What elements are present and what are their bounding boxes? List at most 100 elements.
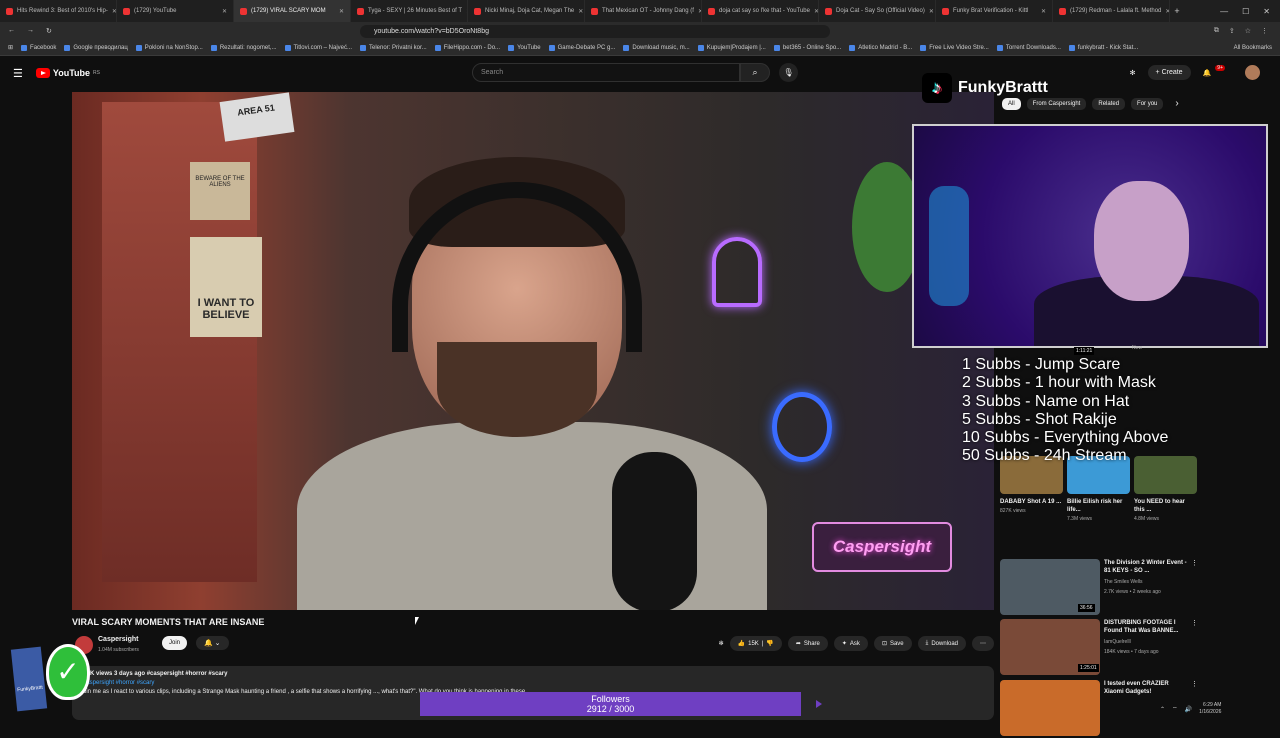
gear-icon[interactable]: ✻ xyxy=(1130,69,1136,77)
bookmark-label: Titlovi.com – Najveć... xyxy=(293,44,352,51)
filter-chip[interactable]: For you xyxy=(1131,98,1164,110)
video-player[interactable]: AREA 51 BEWARE OF THE ALIENS I WANT TO B… xyxy=(72,92,994,610)
channel-name[interactable]: Caspersight xyxy=(98,636,138,643)
bookmark-item[interactable]: Rezultati: nogomet,... xyxy=(210,44,277,51)
bookmark-item[interactable]: bet365 - Online Spo... xyxy=(773,44,841,51)
browser-tab[interactable]: Doja Cat - Say So (Official Video) ✕ xyxy=(819,0,936,22)
video-thumbnail xyxy=(1000,680,1100,736)
tab-label: (1729) VIRAL SCARY MOM xyxy=(251,8,326,14)
tab-label: Nicki Minaj, Doja Cat, Megan The xyxy=(485,8,575,14)
hamburger-menu-icon[interactable]: ☰ xyxy=(13,67,23,80)
browser-tab[interactable]: Hits Rewind 3: Best of 2010's Hip- ✕ xyxy=(0,0,117,22)
video-title: DISTURBING FOOTAGE I Found That Was BANN… xyxy=(1104,620,1179,634)
create-button[interactable]: + Create xyxy=(1147,65,1191,80)
bookmark-item[interactable]: Game-Debate PC g... xyxy=(548,44,615,51)
close-window-icon[interactable]: ✕ xyxy=(1263,7,1270,16)
search-input[interactable]: Search xyxy=(472,63,740,82)
url-field[interactable]: youtube.com/watch?v=bD5OroNt8bg xyxy=(360,24,830,38)
bookmark-item[interactable]: Download music, m... xyxy=(623,44,690,51)
apps-grid-icon[interactable]: ⊞ xyxy=(8,44,13,51)
bookmark-item[interactable]: Telenor: Privatni kor... xyxy=(360,44,427,51)
maximize-icon[interactable]: ☐ xyxy=(1242,7,1249,16)
short-item[interactable]: You NEED to hear this ... 4.8M views xyxy=(1134,456,1197,522)
clock[interactable]: 6:29 AM 1/16/2026 xyxy=(1199,702,1221,716)
bookmark-item[interactable]: Torrent Downloads... xyxy=(996,44,1061,51)
voice-search-mic-icon[interactable]: 🎙 xyxy=(779,63,798,82)
caspersight-neon-sign: Caspersight xyxy=(812,522,952,572)
network-icon[interactable]: ⌔ xyxy=(1172,705,1178,713)
short-item[interactable]: Billie Eilish risk her life... 7.3M views xyxy=(1067,456,1130,522)
tab-favicon-icon xyxy=(474,7,481,15)
close-tab-icon[interactable]: ✕ xyxy=(1041,8,1046,15)
browser-tab[interactable]: That Mexican OT - Johnny Dang (f✕ xyxy=(585,0,702,22)
channel-row: Caspersight 1.04M subscribers Join 🔔 ⌄ ✻… xyxy=(72,633,994,655)
bookmark-item[interactable]: Titlovi.com – Najveć... xyxy=(284,44,352,51)
all-bookmarks[interactable]: All Bookmarks xyxy=(1234,45,1280,51)
bookmark-star-icon[interactable]: ☆ xyxy=(1245,27,1251,35)
filter-chip[interactable]: Related xyxy=(1092,98,1126,110)
masthead-actions: ✻ + Create 🔔 9+ xyxy=(1130,64,1260,80)
bookmark-item[interactable]: Facebook xyxy=(21,44,56,51)
browser-tab[interactable]: Nicki Minaj, Doja Cat, Megan The ✕ xyxy=(468,0,585,22)
reload-icon[interactable]: ↻ xyxy=(46,27,52,35)
save-button[interactable]: ⊡ Save xyxy=(873,636,912,651)
sub-goal-item: 3 Subbs - Name on Hat xyxy=(962,392,1130,410)
bookmark-item[interactable]: YouTube xyxy=(508,44,541,51)
like-button[interactable]: 👍 15K | 👎 xyxy=(729,636,782,651)
notifications-bell-icon[interactable]: 🔔 xyxy=(1203,69,1212,77)
bookmark-item[interactable]: funkybratt - Kick Stat... xyxy=(1068,44,1138,51)
close-tab-icon[interactable]: ✕ xyxy=(578,8,583,15)
video-menu-icon[interactable]: ⋮ xyxy=(1191,680,1198,688)
more-actions-icon[interactable]: ⋯ xyxy=(972,636,994,651)
youtube-logo[interactable]: YouTube RS xyxy=(35,68,100,78)
tray-chevron-icon[interactable]: ⌃ xyxy=(1160,706,1165,713)
related-video-item[interactable]: 36:56 The Division 2 Winter Event - 81 KE… xyxy=(1000,559,1200,617)
browser-tab[interactable]: (1729) VIRAL SCARY MOM ✕ xyxy=(234,0,351,22)
short-title: You NEED to hear this ... xyxy=(1134,499,1185,513)
video-menu-icon[interactable]: ⋮ xyxy=(1191,619,1198,627)
back-icon[interactable]: ← xyxy=(8,27,15,35)
close-tab-icon[interactable]: ✕ xyxy=(339,8,344,15)
avatar[interactable] xyxy=(1245,65,1260,80)
bookmark-item[interactable]: Free Live Video Stre... xyxy=(920,44,989,51)
new-tab-button[interactable]: + xyxy=(1170,6,1184,16)
bookmark-favicon-icon xyxy=(996,44,1003,51)
video-title: The Division 2 Winter Event - 81 KEYS - … xyxy=(1104,560,1187,574)
video-menu-icon[interactable]: ⋮ xyxy=(1191,559,1198,567)
area51-sign: AREA 51 xyxy=(219,92,295,142)
browser-tab[interactable]: (1729) Redman - Lalala ft. Method ✕ xyxy=(1053,0,1170,22)
join-button[interactable]: Join xyxy=(162,636,188,650)
browser-tab[interactable]: Funky Brat Verification - Kittl ✕ xyxy=(936,0,1053,22)
subscribe-bell-icon[interactable]: 🔔 ⌄ xyxy=(196,636,229,650)
bookmark-item[interactable]: Pokloni na NonStop... xyxy=(135,44,203,51)
cam-person-face xyxy=(1094,181,1189,301)
minimize-icon[interactable]: — xyxy=(1220,7,1228,16)
browser-tab[interactable]: Tyga - SEXY | 26 Minutes Best of T✕ xyxy=(351,0,468,22)
tab-favicon-icon xyxy=(123,7,130,15)
close-tab-icon[interactable]: ✕ xyxy=(222,8,227,15)
gear-icon[interactable]: ✻ xyxy=(719,640,724,647)
menu-dots-icon[interactable]: ⋮ xyxy=(1261,27,1268,35)
bookmark-item[interactable]: FileHippo.com - Do... xyxy=(434,44,500,51)
share-page-icon[interactable]: ⇪ xyxy=(1229,27,1235,35)
thumbs-down-icon: 👎 xyxy=(766,641,774,647)
chips-next-icon[interactable]: › xyxy=(1175,98,1178,110)
search-icon[interactable]: ⌕ xyxy=(740,63,770,82)
ask-button[interactable]: ✦ Ask xyxy=(833,636,868,651)
related-video-item[interactable]: 1:25:01 DISTURBING FOOTAGE I Found That W… xyxy=(1000,619,1200,677)
tab-favicon-icon xyxy=(240,7,247,15)
share-button[interactable]: ➦ Share xyxy=(787,636,828,651)
download-button[interactable]: ⤓ Download xyxy=(917,636,966,651)
browser-tab[interactable]: doja cat say so l'ke that - YouTube ✕ xyxy=(702,0,819,22)
forward-icon[interactable]: → xyxy=(27,27,34,35)
close-tab-icon[interactable]: ✕ xyxy=(929,8,934,15)
region-code: RS xyxy=(93,70,100,76)
hashtags[interactable]: #caspersight #horror #scary xyxy=(80,679,986,688)
extension-icon[interactable]: ⧉ xyxy=(1214,27,1219,35)
volume-icon[interactable]: 🔊 xyxy=(1185,706,1192,713)
bookmark-item[interactable]: Atletico Madrid - B... xyxy=(849,44,912,51)
download-icon: ⤓ xyxy=(925,640,929,646)
bookmark-item[interactable]: Google преводилац xyxy=(64,44,128,51)
bookmark-item[interactable]: Kupujem|Prodajem |... xyxy=(697,44,766,51)
browser-tab[interactable]: (1729) YouTube ✕ xyxy=(117,0,234,22)
